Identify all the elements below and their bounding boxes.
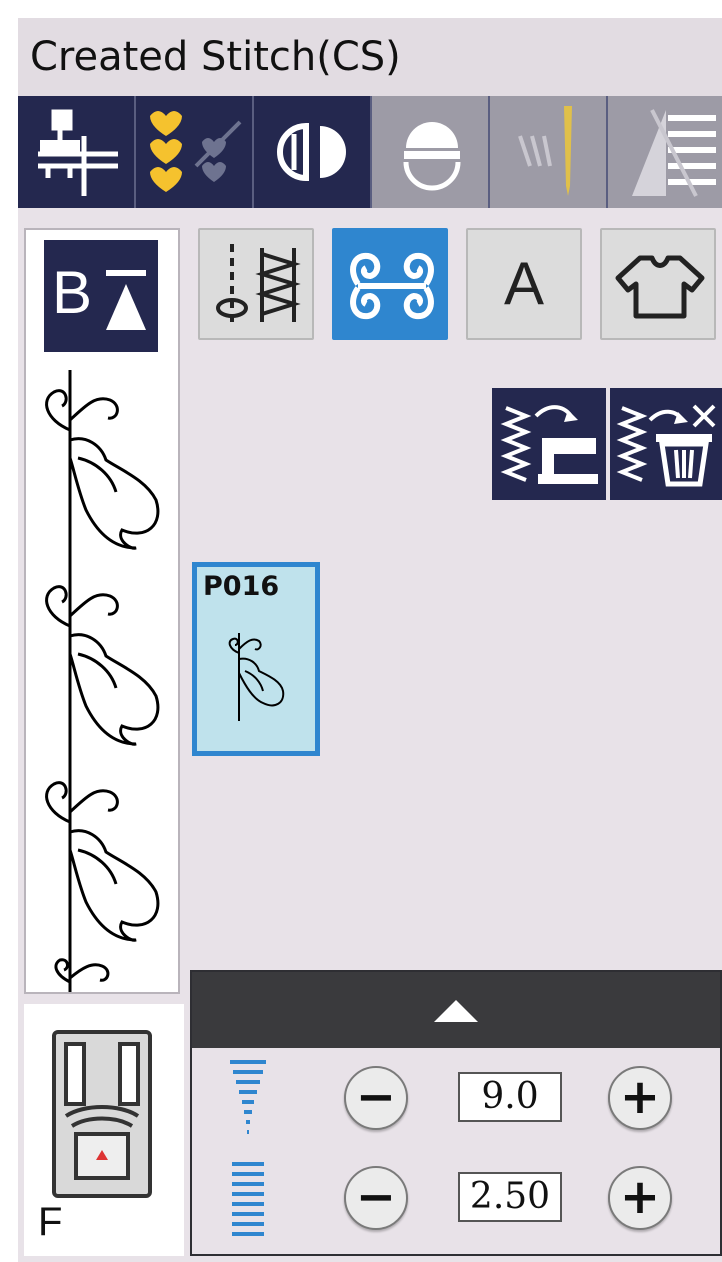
density-icon bbox=[632, 109, 716, 197]
utility-stitch-category-button[interactable] bbox=[198, 228, 314, 340]
pattern-tile[interactable]: P016 bbox=[192, 562, 320, 756]
send-to-machine-icon bbox=[500, 405, 598, 484]
screen-title: Created Stitch(CS) bbox=[18, 18, 722, 96]
length-plus-button[interactable]: + bbox=[608, 1166, 672, 1230]
decorative-stitch-tab[interactable] bbox=[136, 96, 254, 208]
letter-category-button[interactable]: A bbox=[466, 228, 582, 340]
width-minus-button[interactable]: − bbox=[344, 1066, 408, 1130]
garment-icon bbox=[615, 255, 705, 319]
length-value: 2.50 bbox=[458, 1172, 562, 1222]
utility-stitch-icon bbox=[216, 244, 301, 326]
stitch-preview-panel: B bbox=[24, 228, 180, 994]
presser-foot-icon bbox=[38, 109, 118, 196]
adjustment-panel: − 9.0 + − 2.50 + bbox=[190, 970, 722, 1256]
delete-stitch-icon bbox=[616, 404, 716, 487]
width-value: 9.0 bbox=[458, 1072, 562, 1122]
garment-category-button[interactable] bbox=[600, 228, 716, 340]
hearts-stitch-icon bbox=[150, 111, 242, 192]
density-tab[interactable] bbox=[608, 96, 722, 208]
decorative-scroll-icon bbox=[350, 252, 434, 320]
mode-tab-bar bbox=[18, 96, 722, 208]
decorative-category-button[interactable] bbox=[332, 228, 448, 340]
buttonhole-tab[interactable] bbox=[254, 96, 372, 208]
needle-tab[interactable] bbox=[490, 96, 608, 208]
arrow-up-icon bbox=[434, 1000, 478, 1022]
send-to-machine-button[interactable] bbox=[492, 388, 606, 500]
sewing-machine-screen: Created Stitch(CS) B A P016 − 9.0 + − 2.… bbox=[18, 18, 722, 1262]
presser-foot-tab[interactable] bbox=[18, 96, 136, 208]
letter-category-label: A bbox=[503, 250, 545, 317]
presser-foot-indicator: F bbox=[24, 1004, 184, 1256]
stitch-width-icon bbox=[230, 1060, 266, 1134]
delete-stitch-button[interactable] bbox=[610, 388, 722, 500]
drum-icon bbox=[403, 122, 461, 191]
length-minus-button[interactable]: − bbox=[344, 1166, 408, 1230]
buttonhole-icon bbox=[277, 122, 346, 182]
needle-icon bbox=[518, 106, 572, 196]
width-plus-button[interactable]: + bbox=[608, 1066, 672, 1130]
stitch-preview-graphic bbox=[45, 370, 160, 992]
bobbin-tab[interactable] bbox=[372, 96, 490, 208]
presser-foot-label: F bbox=[38, 1200, 63, 1244]
pattern-thumbnail bbox=[228, 633, 285, 721]
panel-expand-button[interactable] bbox=[192, 972, 720, 1048]
stitch-length-icon bbox=[232, 1162, 264, 1236]
